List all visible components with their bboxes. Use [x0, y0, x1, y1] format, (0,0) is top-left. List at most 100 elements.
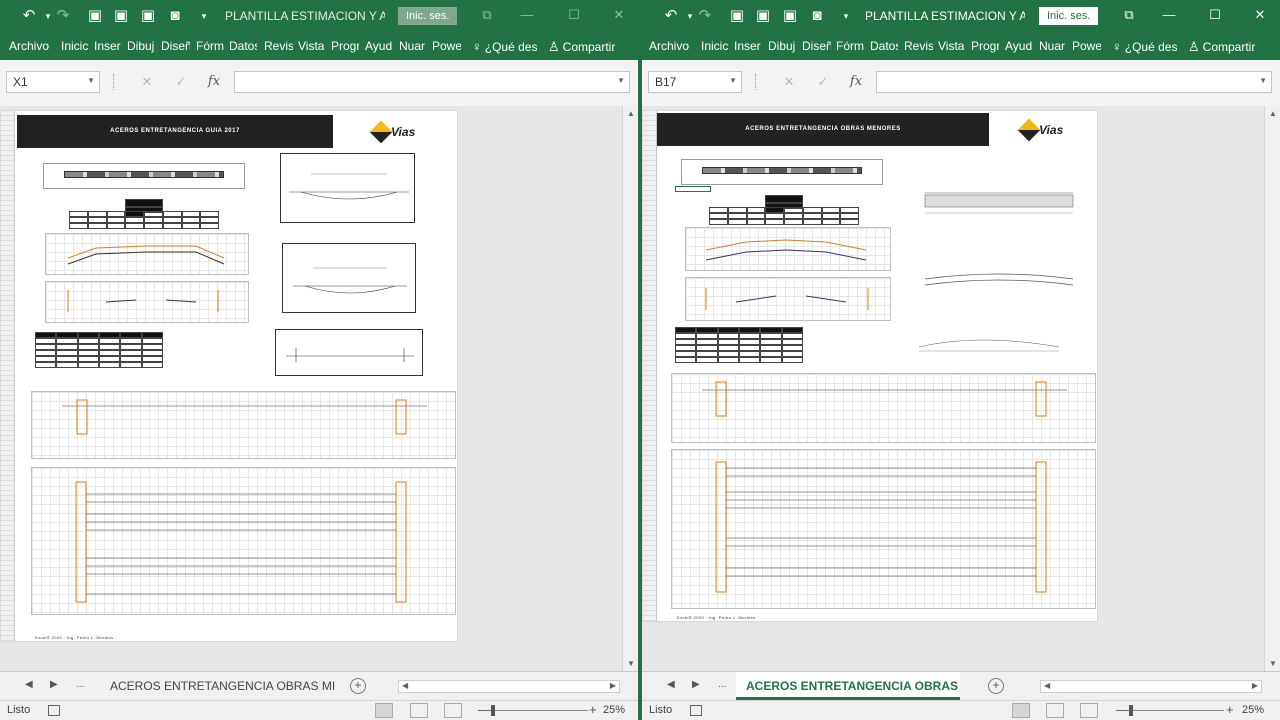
horizontal-scrollbar[interactable]: ◀ ▶ [1040, 680, 1262, 693]
tab-nuance[interactable]: Nuar [1039, 39, 1067, 53]
expand-formula-icon[interactable]: ▼ [1259, 76, 1267, 85]
sign-in-button[interactable]: Inic. ses. [1039, 7, 1099, 25]
chevron-down-icon[interactable]: ▼ [729, 76, 737, 85]
share-button[interactable]: ♙ Compartir [1188, 39, 1255, 55]
formula-input[interactable]: ▼ [876, 71, 1272, 93]
zoom-level[interactable]: 25% [1242, 704, 1264, 716]
enter-icon[interactable]: ✓ [171, 73, 191, 91]
tab-insertar[interactable]: Inser [734, 39, 762, 53]
horizontal-scrollbar[interactable]: ◀ ▶ [398, 680, 620, 693]
tab-dibujar[interactable]: Dibuj [768, 39, 796, 53]
tab-diseno[interactable]: Diseñ [802, 39, 831, 53]
prev-sheet-icon[interactable]: ◀ [667, 679, 675, 690]
more-sheets-icon[interactable]: ... [718, 679, 726, 690]
sheet-tab-aceros-obras-menores[interactable]: ACEROS ENTRETANGENCIA OBRAS M [736, 672, 960, 700]
row-headers[interactable] [643, 111, 657, 621]
scroll-up-icon[interactable]: ▲ [627, 109, 635, 118]
add-sheet-icon[interactable]: + [350, 678, 366, 694]
save-icon[interactable]: ▣ [752, 6, 774, 26]
redo-icon[interactable]: ↷ [694, 6, 716, 26]
insert-function-icon[interactable]: fx [204, 73, 224, 91]
tab-vista[interactable]: Vista [298, 39, 325, 53]
formula-input[interactable]: ▼ [234, 71, 630, 93]
redo-icon[interactable]: ↷ [52, 6, 74, 26]
zoom-in-icon[interactable]: + [1226, 702, 1234, 717]
add-sheet-icon[interactable]: + [988, 678, 1004, 694]
camera-icon[interactable]: ◙ [806, 6, 828, 26]
zoom-slider[interactable] [1128, 710, 1224, 711]
vertical-scrollbar[interactable]: ▲ ▼ [622, 106, 638, 671]
sheet-tab-aceros-obras-menores[interactable]: ACEROS ENTRETANGENCIA OBRAS MI [100, 672, 338, 700]
cancel-icon[interactable]: ✕ [779, 73, 799, 91]
scroll-left-icon[interactable]: ◀ [402, 681, 408, 690]
save-all-icon[interactable]: ▣ [84, 6, 106, 26]
scroll-right-icon[interactable]: ▶ [610, 681, 616, 690]
maximize-icon[interactable]: ☐ [1200, 4, 1230, 26]
tab-ayuda[interactable]: Ayud [365, 39, 393, 53]
tab-programador[interactable]: Progr [971, 39, 999, 53]
worksheet-area[interactable]: ACEROS ENTRETANGENCIA GUIA 2017 Vias Exc… [0, 106, 622, 671]
tab-programador[interactable]: Progr [331, 39, 359, 53]
minimize-icon[interactable]: — [512, 4, 542, 26]
scroll-up-icon[interactable]: ▲ [1269, 109, 1277, 118]
tab-nuance[interactable]: Nuar [399, 39, 427, 53]
zoom-slider[interactable] [490, 710, 588, 711]
save-as-icon[interactable]: ▣ [137, 6, 159, 26]
tab-vista[interactable]: Vista [938, 39, 965, 53]
insert-function-icon[interactable]: fx [846, 73, 866, 91]
page-layout-view-icon[interactable] [1046, 703, 1064, 718]
tab-archivo[interactable]: Archivo [649, 39, 689, 53]
tab-inicio[interactable]: Inicic [701, 39, 729, 53]
close-icon[interactable]: ✕ [604, 4, 634, 26]
tab-diseno[interactable]: Diseñ [161, 39, 190, 53]
scroll-right-icon[interactable]: ▶ [1252, 681, 1258, 690]
zoom-slider-thumb[interactable] [491, 705, 495, 716]
chevron-down-icon[interactable]: ▼ [87, 76, 95, 85]
normal-view-icon[interactable] [375, 703, 393, 718]
macro-record-icon[interactable] [690, 705, 702, 716]
share-button[interactable]: ♙ Compartir [548, 39, 615, 55]
tab-archivo[interactable]: Archivo [9, 39, 49, 53]
save-all-icon[interactable]: ▣ [726, 6, 748, 26]
ribbon-display-icon[interactable]: ⧉ [1114, 4, 1144, 26]
page-break-view-icon[interactable] [1080, 703, 1098, 718]
customize-toolbar-icon[interactable]: ▾ [193, 6, 215, 26]
vertical-scrollbar[interactable]: ▲ ▼ [1264, 106, 1280, 671]
camera-icon[interactable]: ◙ [164, 6, 186, 26]
next-sheet-icon[interactable]: ▶ [50, 679, 58, 690]
enter-icon[interactable]: ✓ [813, 73, 833, 91]
tell-me-search[interactable]: ♀ ¿Qué des [1112, 39, 1177, 54]
tab-inicio[interactable]: Inicic [61, 39, 89, 53]
close-icon[interactable]: ✕ [1245, 4, 1275, 26]
customize-toolbar-icon[interactable]: ▾ [835, 6, 857, 26]
scroll-down-icon[interactable]: ▼ [1269, 659, 1277, 668]
macro-record-icon[interactable] [48, 705, 60, 716]
tab-insertar[interactable]: Inser [94, 39, 122, 53]
ribbon-display-icon[interactable]: ⧉ [472, 4, 502, 26]
selected-cell-b17[interactable] [675, 186, 711, 192]
tab-formulas[interactable]: Fórm [196, 39, 224, 53]
maximize-icon[interactable]: ☐ [559, 4, 589, 26]
expand-formula-icon[interactable]: ▼ [617, 76, 625, 85]
tab-ayuda[interactable]: Ayud [1005, 39, 1033, 53]
tab-datos[interactable]: Datos [229, 39, 257, 53]
tab-formulas[interactable]: Fórm [836, 39, 864, 53]
formula-bar-grip[interactable] [113, 74, 115, 90]
zoom-level[interactable]: 25% [603, 704, 625, 716]
tab-power[interactable]: Powe [1072, 39, 1101, 53]
formula-bar-grip[interactable] [755, 74, 757, 90]
row-headers[interactable] [1, 111, 15, 641]
tab-power[interactable]: Powe [432, 39, 461, 53]
scroll-left-icon[interactable]: ◀ [1044, 681, 1050, 690]
tab-revisar[interactable]: Revis [904, 39, 933, 53]
save-as-icon[interactable]: ▣ [779, 6, 801, 26]
prev-sheet-icon[interactable]: ◀ [25, 679, 33, 690]
sign-in-button[interactable]: Inic. ses. [398, 7, 458, 25]
tab-datos[interactable]: Datos [870, 39, 898, 53]
scroll-down-icon[interactable]: ▼ [627, 659, 635, 668]
page-layout-view-icon[interactable] [410, 703, 428, 718]
cancel-icon[interactable]: ✕ [137, 73, 157, 91]
name-box[interactable]: B17 ▼ [648, 71, 742, 93]
minimize-icon[interactable]: — [1154, 4, 1184, 26]
page-break-view-icon[interactable] [444, 703, 462, 718]
